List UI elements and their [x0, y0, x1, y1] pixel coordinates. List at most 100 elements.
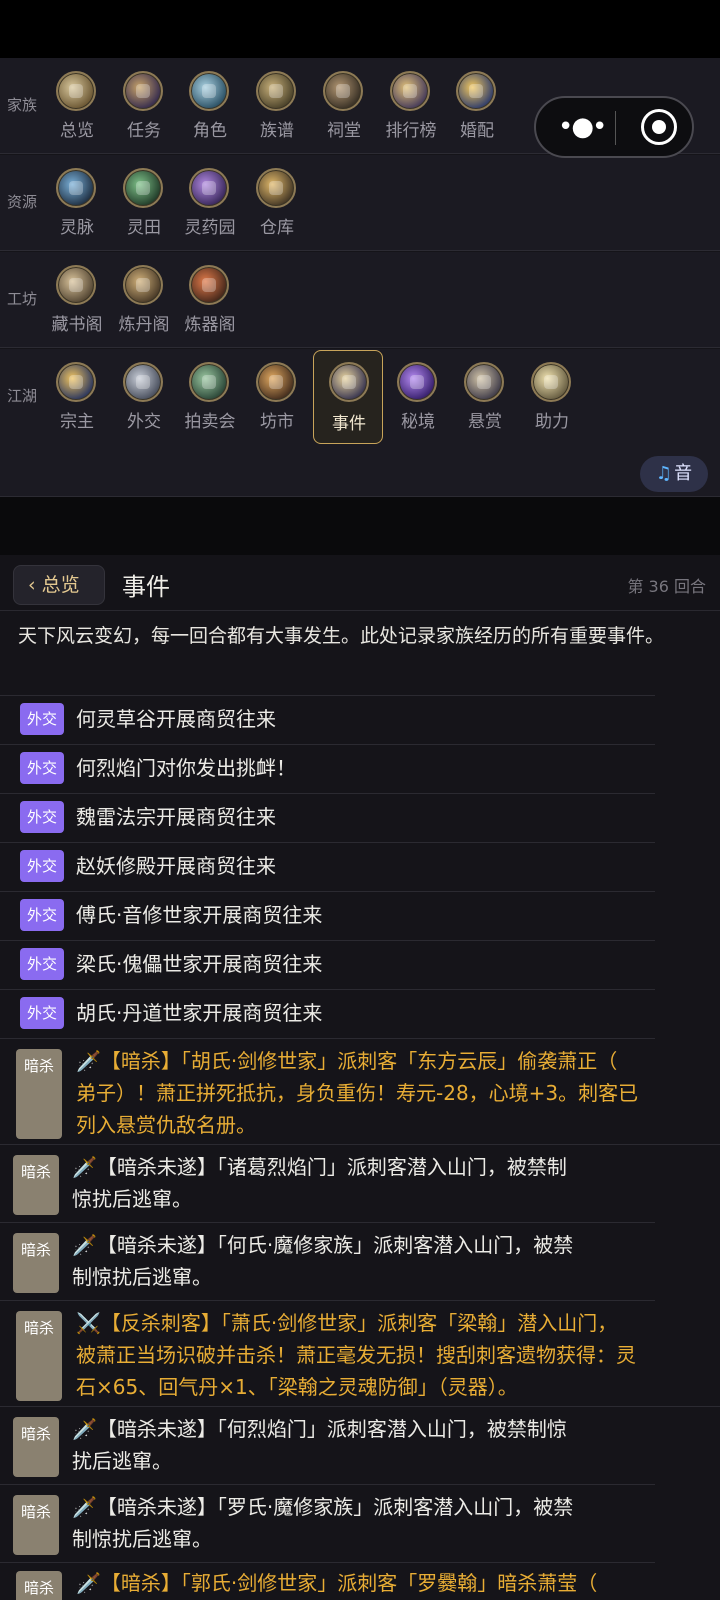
nav-item-forge[interactable]: 炼器阁: [176, 258, 240, 346]
spirit-vein-icon: [56, 168, 96, 208]
list-item: 暗杀 🗡️【暗杀未遂】「何氏·魔修家族」派刺客潜入山门，被禁 制惊扰后逃窜。: [0, 1223, 655, 1301]
event-text: 何灵草谷开展商贸往来: [76, 707, 276, 731]
page-title: 事件: [122, 573, 170, 601]
event-tag: 外交: [20, 752, 64, 784]
list-item: 暗杀 ⚔️【反杀刺客】「萧氏·剑修世家」派刺客「梁翰」潜入山门， 被萧正当场识破…: [0, 1301, 720, 1407]
marriage-icon: [456, 71, 496, 111]
nav-item-event[interactable]: 事件: [313, 350, 383, 444]
page-header: ‹ 总览 事件 第 36 回合: [0, 555, 720, 611]
nav-item-character[interactable]: 角色: [176, 64, 240, 152]
alchemy-icon: [123, 265, 163, 305]
event-tag: 暗杀: [13, 1495, 59, 1555]
event-tag: 外交: [20, 850, 64, 882]
nav-item-auction[interactable]: 拍卖会: [176, 355, 240, 443]
back-button[interactable]: ‹ 总览: [13, 565, 105, 605]
nav-item-bounty[interactable]: 悬赏: [451, 355, 515, 443]
event-text: 🗡️【暗杀】「郭氏·剑修世家」派刺客「罗爨翰」暗杀萧莹（: [76, 1571, 598, 1595]
list-item: 外交 梁氏·傀儡世家开展商贸往来: [0, 941, 655, 990]
library-icon: [56, 265, 96, 305]
music-label: 音: [674, 463, 693, 484]
list-item: 外交 傅氏·音修世家开展商贸往来: [0, 892, 655, 941]
more-options-icon[interactable]: •●•: [558, 114, 607, 140]
nav-item-overview[interactable]: 总览: [43, 64, 107, 152]
list-item: 暗杀 🗡️【暗杀未遂】「何烈焰门」派刺客潜入山门，被禁制惊 扰后逃窜。: [0, 1407, 655, 1485]
music-toggle-button[interactable]: ♫ 音: [640, 456, 708, 492]
event-text: 🗡️【暗杀未遂】「何氏·魔修家族」派刺客潜入山门，被禁 制惊扰后逃窜。: [72, 1233, 574, 1289]
event-text: 胡氏·丹道世家开展商贸往来: [76, 1001, 323, 1025]
list-item: 外交 何灵草谷开展商贸往来: [0, 696, 655, 745]
event-tag: 暗杀: [16, 1311, 62, 1401]
list-item: 暗杀 🗡️【暗杀】「胡氏·剑修世家」派刺客「东方云辰」偷袭萧正（ 弟子）！萧正拼…: [0, 1039, 720, 1145]
list-item: 外交 魏雷法宗开展商贸往来: [0, 794, 655, 843]
event-tag: 外交: [20, 948, 64, 980]
nav-item-alchemy[interactable]: 炼丹阁: [110, 258, 174, 346]
list-item: 外交 胡氏·丹道世家开展商贸往来: [0, 990, 655, 1039]
section-jianghu: 江湖 宗主 外交 拍卖会 坊市 事件 秘境 悬赏 助力: [0, 349, 720, 497]
event-tag: 暗杀: [13, 1233, 59, 1293]
secret-realm-icon: [397, 362, 437, 402]
nav-item-leaderboard[interactable]: 排行榜: [377, 64, 441, 152]
market-icon: [256, 362, 296, 402]
family-overview-icon: [56, 71, 96, 111]
nav-item-sect-master[interactable]: 宗主: [43, 355, 107, 443]
divider-gap: [0, 497, 720, 555]
nav-item-spirit-vein[interactable]: 灵脉: [43, 161, 107, 249]
sect-master-icon: [56, 362, 96, 402]
nav-item-boost[interactable]: 助力: [518, 355, 582, 443]
list-item: 暗杀 🗡️【暗杀未遂】「诸葛烈焰门」派刺客潜入山门，被禁制 惊扰后逃窜。: [0, 1145, 655, 1223]
boost-icon: [531, 362, 571, 402]
spirit-field-icon: [123, 168, 163, 208]
event-text: 梁氏·傀儡世家开展商贸往来: [76, 952, 323, 976]
section-workshop: 工坊 藏书阁 炼丹阁 炼器阁: [0, 252, 720, 348]
event-text: 🗡️【暗杀未遂】「何烈焰门」派刺客潜入山门，被禁制惊 扰后逃窜。: [72, 1417, 567, 1473]
event-text: 魏雷法宗开展商贸往来: [76, 805, 276, 829]
capsule-divider: [615, 111, 616, 145]
event-tag: 暗杀: [13, 1417, 59, 1477]
event-text: ⚔️【反杀刺客】「萧氏·剑修世家」派刺客「梁翰」潜入山门， 被萧正当场识破并击杀…: [76, 1311, 636, 1399]
nav-item-warehouse[interactable]: 仓库: [243, 161, 307, 249]
nav-item-spirit-field[interactable]: 灵田: [110, 161, 174, 249]
list-item: 外交 何烈焰门对你发出挑衅！: [0, 745, 655, 794]
section-label: 工坊: [7, 290, 38, 308]
section-label: 江湖: [7, 387, 38, 405]
ancestral-hall-icon: [323, 71, 363, 111]
event-tag: 外交: [20, 899, 64, 931]
nav-item-diplomacy[interactable]: 外交: [110, 355, 174, 443]
event-list[interactable]: 外交 何灵草谷开展商贸往来 外交 何烈焰门对你发出挑衅！ 外交 魏雷法宗开展商贸…: [0, 690, 720, 1600]
event-tag: 外交: [20, 801, 64, 833]
event-tag: 暗杀: [16, 1571, 62, 1600]
herb-garden-icon: [189, 168, 229, 208]
event-text: 🗡️【暗杀未遂】「诸葛烈焰门」派刺客潜入山门，被禁制 惊扰后逃窜。: [72, 1155, 567, 1211]
family-tree-icon: [256, 71, 296, 111]
close-miniprogram-icon[interactable]: [641, 109, 677, 145]
nav-item-family-tree[interactable]: 族谱: [243, 64, 307, 152]
nav-item-herb-garden[interactable]: 灵药园: [176, 161, 240, 249]
event-text: 🗡️【暗杀未遂】「罗氏·魔修家族」派刺客潜入山门，被禁 制惊扰后逃窜。: [72, 1495, 574, 1551]
list-item: 暗杀 🗡️【暗杀】「郭氏·剑修世家」派刺客「罗爨翰」暗杀萧莹（: [0, 1563, 720, 1600]
warehouse-icon: [256, 168, 296, 208]
section-resources: 资源 灵脉 灵田 灵药园 仓库: [0, 155, 720, 251]
nav-item-library[interactable]: 藏书阁: [43, 258, 107, 346]
nav-item-ancestral-hall[interactable]: 祠堂: [310, 64, 374, 152]
miniprogram-capsule: •●•: [534, 96, 694, 158]
event-text: 🗡️【暗杀】「胡氏·剑修世家」派刺客「东方云辰」偷袭萧正（ 弟子）！萧正拼死抵抗…: [76, 1049, 639, 1137]
character-icon: [189, 71, 229, 111]
leaderboard-icon: [390, 71, 430, 111]
event-icon: [329, 362, 369, 402]
list-item: 暗杀 🗡️【暗杀未遂】「罗氏·魔修家族」派刺客潜入山门，被禁 制惊扰后逃窜。: [0, 1485, 655, 1563]
bounty-icon: [464, 362, 504, 402]
quest-icon: [123, 71, 163, 111]
event-text: 傅氏·音修世家开展商贸往来: [76, 903, 323, 927]
list-item: 外交 赵妖修殿开展商贸往来: [0, 843, 655, 892]
event-tag: 外交: [20, 703, 64, 735]
event-text: 赵妖修殿开展商贸往来: [76, 854, 276, 878]
event-tag: 暗杀: [16, 1049, 62, 1139]
nav-item-market[interactable]: 坊市: [243, 355, 307, 443]
round-counter: 第 36 回合: [627, 577, 706, 596]
nav-item-secret-realm[interactable]: 秘境: [384, 355, 448, 443]
event-tag: 暗杀: [13, 1155, 59, 1215]
diplomacy-icon: [123, 362, 163, 402]
nav-item-quest[interactable]: 任务: [110, 64, 174, 152]
nav-item-marriage[interactable]: 婚配: [443, 64, 507, 152]
forge-icon: [189, 265, 229, 305]
